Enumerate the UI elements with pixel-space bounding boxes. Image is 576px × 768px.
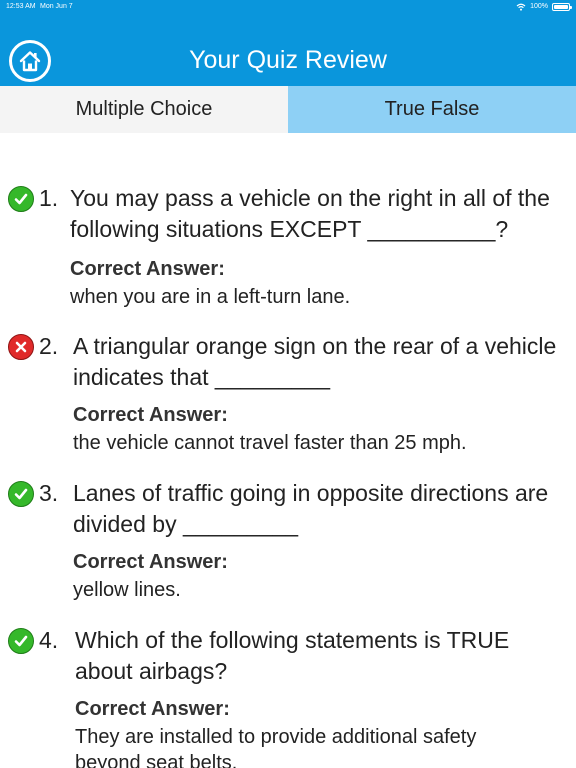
home-icon (19, 50, 41, 72)
question-number: 2. (39, 333, 59, 359)
status-date: Mon Jun 7 (40, 3, 73, 10)
header-bar: 12:53 AM Mon Jun 7 100% Your Quiz Review (0, 0, 576, 86)
status-time: 12:53 AM (6, 3, 36, 10)
home-button[interactable] (9, 40, 51, 82)
question-text-line: Which of the following statements is TRU… (75, 627, 510, 653)
answer-text: when you are in a left-turn lane. (70, 286, 351, 308)
question-text-line: Lanes of traffic going in opposite direc… (73, 480, 549, 506)
question-text-line: indicates that _________ (73, 364, 331, 390)
check-icon (8, 186, 34, 212)
question-text-line: You may pass a vehicle on the right in a… (70, 185, 550, 211)
tab-true-false[interactable]: True False (288, 86, 576, 133)
answer-label: Correct Answer: (73, 404, 228, 426)
answer-label: Correct Answer: (73, 551, 228, 573)
answer-text: They are installed to provide additional… (75, 726, 477, 748)
check-icon (8, 481, 34, 507)
tab-multiple-choice[interactable]: Multiple Choice (0, 86, 288, 133)
question-text-line: A triangular orange sign on the rear of … (73, 333, 557, 359)
answer-label: Correct Answer: (70, 258, 225, 280)
question-text-line: following situations EXCEPT __________? (70, 216, 509, 242)
battery-icon (552, 3, 572, 11)
question-text-line: divided by _________ (73, 511, 299, 537)
answer-text: beyond seat belts. (75, 752, 238, 768)
answer-text: the vehicle cannot travel faster than 25… (73, 432, 467, 454)
answer-label: Correct Answer: (75, 698, 230, 720)
check-icon (8, 628, 34, 654)
page-title: Your Quiz Review (189, 46, 387, 74)
quiz-review-screen: 12:53 AM Mon Jun 7 100% Your Quiz Review… (0, 0, 576, 768)
battery-fill (554, 5, 568, 9)
question-number: 4. (39, 627, 59, 653)
question-number: 1. (39, 185, 59, 211)
status-bar: 12:53 AM Mon Jun 7 100% (0, 0, 576, 13)
answer-text: yellow lines. (73, 579, 181, 601)
status-right: 100% (516, 0, 572, 13)
battery-percent: 100% (530, 3, 548, 10)
x-icon (8, 334, 34, 360)
tab-bar: Multiple Choice True False (0, 86, 576, 133)
wifi-icon (516, 3, 526, 11)
question-number: 3. (39, 480, 59, 506)
question-text-line: about airbags? (75, 658, 228, 684)
